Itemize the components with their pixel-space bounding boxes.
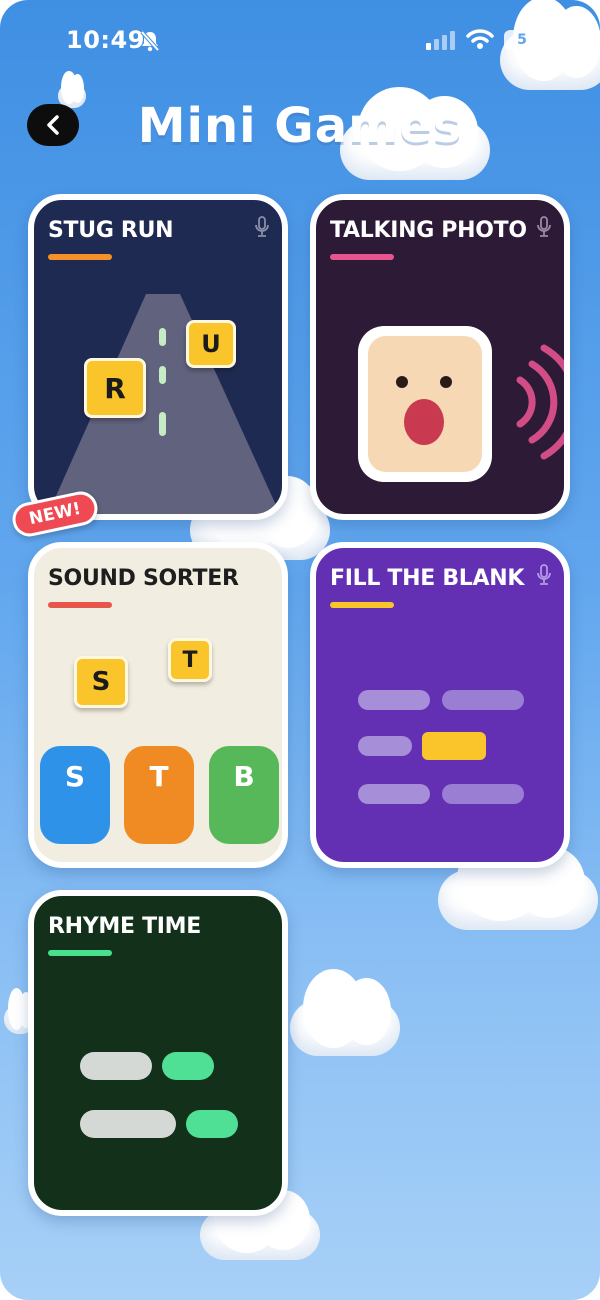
microphone-icon xyxy=(254,216,270,242)
battery-indicator: 5 xyxy=(504,30,540,50)
card-title: RHYME TIME xyxy=(48,914,201,939)
sort-bin-t[interactable]: T xyxy=(124,746,194,844)
cloud-decoration xyxy=(290,969,400,1056)
card-underline xyxy=(48,602,112,608)
word-placeholder xyxy=(358,736,412,756)
game-card-talking-photo[interactable]: TALKING PHOTO xyxy=(310,194,570,520)
game-card-stug-run[interactable]: STUG RUN R U xyxy=(28,194,288,520)
sort-bin-b[interactable]: B xyxy=(209,746,279,844)
letter-tile: U xyxy=(186,320,236,368)
new-badge: NEW! xyxy=(9,488,101,540)
wifi-icon xyxy=(466,28,494,54)
game-card-rhyme-time[interactable]: RHYME TIME xyxy=(28,890,288,1216)
page-title: Mini Games xyxy=(137,98,463,154)
cloud-decoration xyxy=(200,1182,320,1260)
microphone-icon xyxy=(536,564,552,590)
card-underline xyxy=(48,254,112,260)
letter-tile: S xyxy=(74,656,128,708)
microphone-icon xyxy=(536,216,552,242)
word-placeholder xyxy=(442,690,524,710)
card-title: STUG RUN xyxy=(48,218,174,243)
card-underline xyxy=(330,254,394,260)
card-title: TALKING PHOTO xyxy=(330,218,527,243)
card-title: SOUND SORTER xyxy=(48,566,239,591)
word-placeholder xyxy=(358,784,430,804)
word-placeholder xyxy=(80,1052,152,1080)
sound-waves-icon xyxy=(516,344,564,460)
letter-tile: R xyxy=(84,358,146,418)
rhyme-highlight xyxy=(186,1110,238,1138)
game-card-sound-sorter[interactable]: SOUND SORTER S T S T B xyxy=(28,542,288,868)
cellular-signal-icon xyxy=(426,30,458,54)
status-bar: 10:49 5 xyxy=(0,0,600,80)
word-placeholder xyxy=(358,690,430,710)
status-time: 10:49 xyxy=(66,26,145,54)
card-underline xyxy=(48,950,112,956)
word-placeholder xyxy=(80,1110,176,1138)
road-illustration xyxy=(48,294,280,514)
blank-slot xyxy=(422,732,486,760)
card-title: FILL THE BLANK xyxy=(330,566,525,591)
cloud-decoration xyxy=(438,837,598,930)
card-underline xyxy=(330,602,394,608)
sort-bin-s[interactable]: S xyxy=(40,746,110,844)
letter-tile: T xyxy=(168,638,212,682)
rhyme-highlight xyxy=(162,1052,214,1080)
game-card-fill-the-blank[interactable]: FILL THE BLANK xyxy=(310,542,570,868)
mini-games-screen: 10:49 5 Mini Games STUG RUN R U TALKING … xyxy=(0,0,600,1300)
bell-muted-icon xyxy=(140,30,160,56)
battery-level: 5 xyxy=(517,32,527,48)
word-placeholder xyxy=(442,784,524,804)
